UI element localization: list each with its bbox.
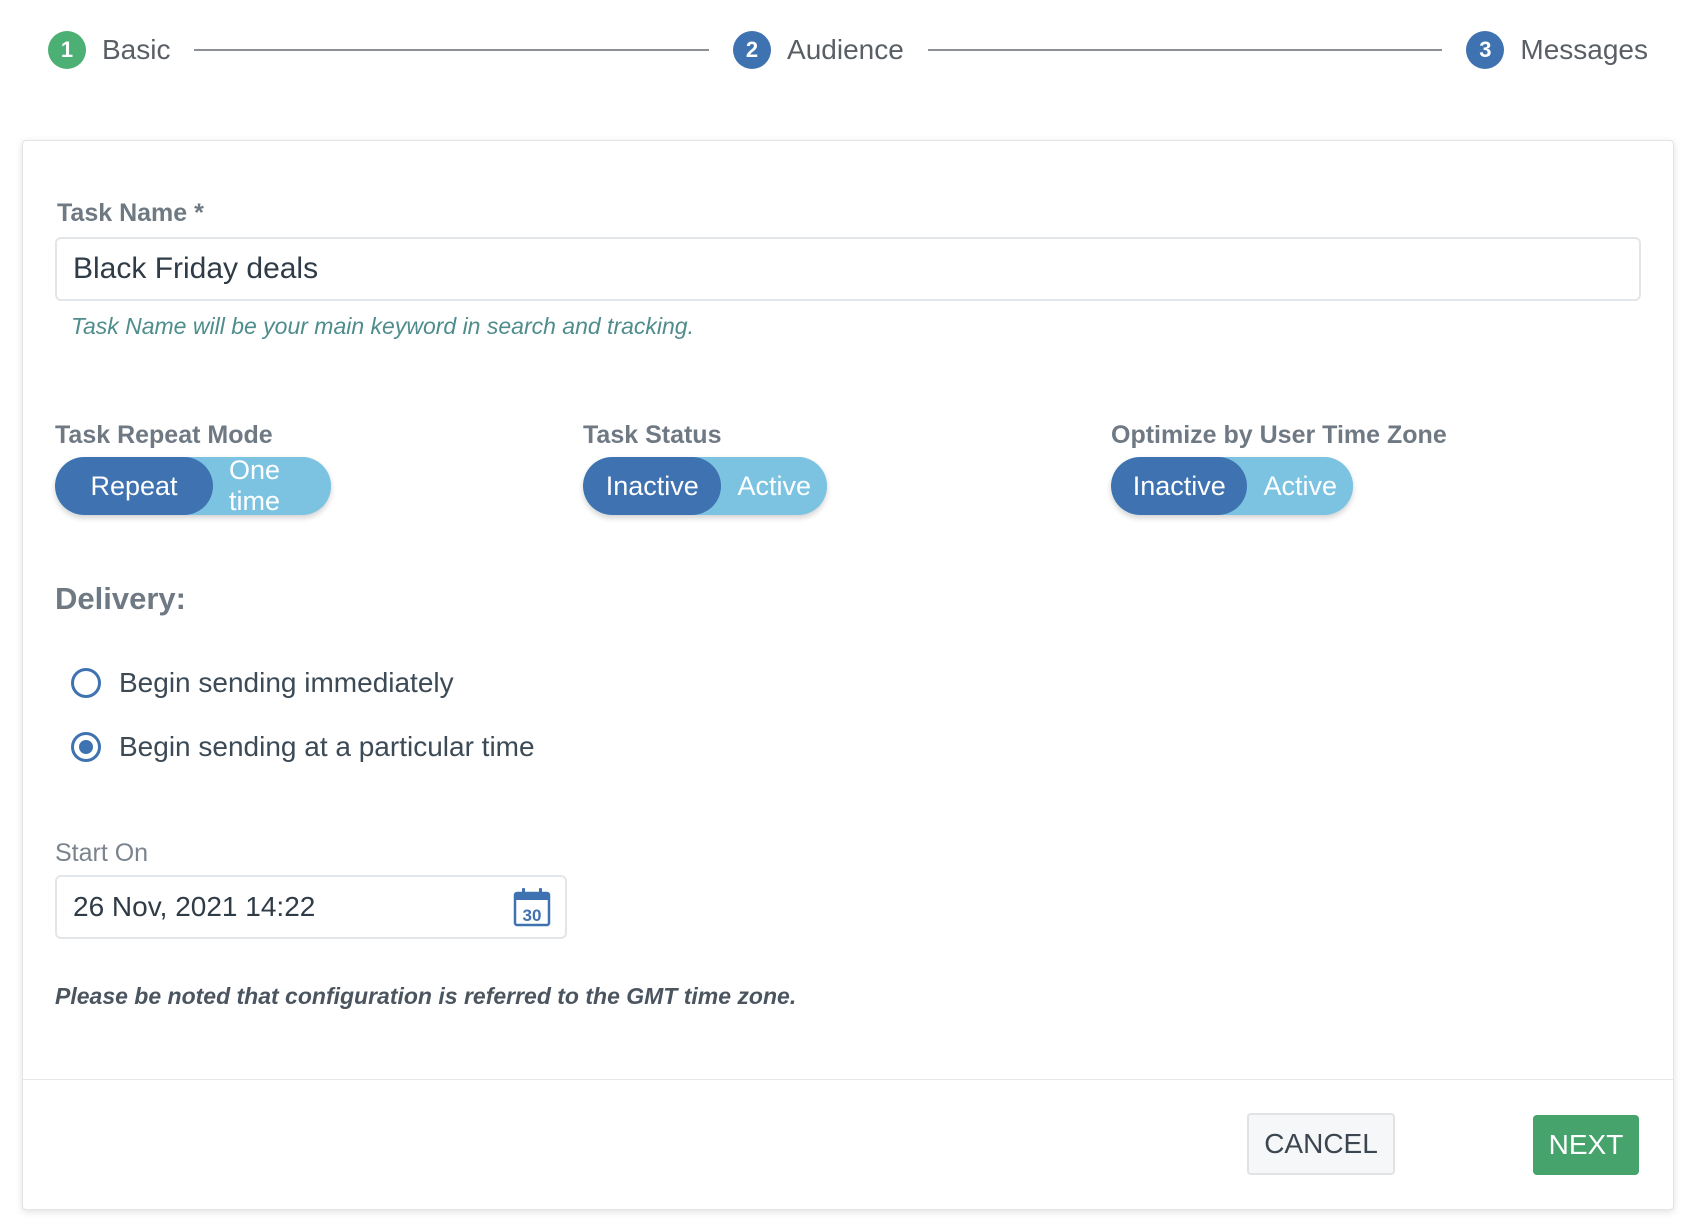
task-form-card: Task Name * Black Friday deals Task Name… bbox=[22, 140, 1674, 1210]
radio-label: Begin sending at a particular time bbox=[119, 731, 535, 762]
step-label: Audience bbox=[787, 34, 904, 65]
step-label: Basic bbox=[102, 34, 171, 65]
task-name-input[interactable]: Black Friday deals bbox=[55, 237, 1641, 301]
task-name-value: Black Friday deals bbox=[73, 252, 319, 285]
delivery-option-particular-time[interactable]: Begin sending at a particular time bbox=[71, 731, 535, 763]
one-time-option[interactable]: One time bbox=[213, 457, 331, 515]
delivery-option-immediately[interactable]: Begin sending immediately bbox=[71, 667, 454, 699]
step-number-badge: 1 bbox=[48, 31, 86, 69]
footer-divider bbox=[23, 1079, 1673, 1080]
task-name-label: Task Name * bbox=[57, 199, 204, 227]
optimize-tz-toggle[interactable]: Inactive Active bbox=[1111, 457, 1353, 515]
step-connector bbox=[194, 49, 710, 51]
calendar-day-number: 30 bbox=[523, 906, 542, 925]
next-button[interactable]: NEXT bbox=[1533, 1115, 1639, 1175]
start-on-label: Start On bbox=[55, 839, 149, 867]
repeat-mode-label: Task Repeat Mode bbox=[55, 421, 273, 449]
status-inactive-option[interactable]: Inactive bbox=[583, 457, 722, 515]
task-status-label: Task Status bbox=[583, 421, 722, 449]
repeat-mode-toggle[interactable]: Repeat One time bbox=[55, 457, 331, 515]
step-audience[interactable]: 2 Audience bbox=[733, 31, 904, 69]
radio-label: Begin sending immediately bbox=[119, 667, 454, 698]
step-label: Messages bbox=[1520, 34, 1649, 65]
status-active-option[interactable]: Active bbox=[721, 457, 827, 515]
delivery-title: Delivery: bbox=[55, 581, 186, 616]
step-messages[interactable]: 3 Messages bbox=[1466, 31, 1648, 69]
calendar-icon[interactable]: 30 bbox=[513, 887, 551, 927]
start-on-value: 26 Nov, 2021 14:22 bbox=[73, 891, 316, 922]
tz-active-option[interactable]: Active bbox=[1247, 457, 1353, 515]
radio-dot bbox=[79, 740, 93, 754]
radio-button-checked[interactable] bbox=[71, 732, 101, 762]
repeat-option[interactable]: Repeat bbox=[55, 457, 213, 515]
step-number-badge: 2 bbox=[733, 31, 772, 69]
cancel-button[interactable]: CANCEL bbox=[1247, 1113, 1395, 1175]
start-on-input[interactable]: 26 Nov, 2021 14:22 30 bbox=[55, 875, 567, 939]
radio-button[interactable] bbox=[71, 668, 101, 698]
tz-inactive-option[interactable]: Inactive bbox=[1111, 457, 1248, 515]
optimize-tz-label: Optimize by User Time Zone bbox=[1111, 421, 1447, 449]
task-status-toggle[interactable]: Inactive Active bbox=[583, 457, 827, 515]
step-connector bbox=[927, 49, 1443, 51]
step-number-badge: 3 bbox=[1466, 31, 1505, 69]
step-basic[interactable]: 1 Basic bbox=[48, 31, 170, 69]
wizard-stepper: 1 Basic 2 Audience 3 Messages bbox=[48, 28, 1648, 72]
task-name-hint: Task Name will be your main keyword in s… bbox=[71, 313, 694, 339]
gmt-note: Please be noted that configuration is re… bbox=[55, 983, 797, 1009]
